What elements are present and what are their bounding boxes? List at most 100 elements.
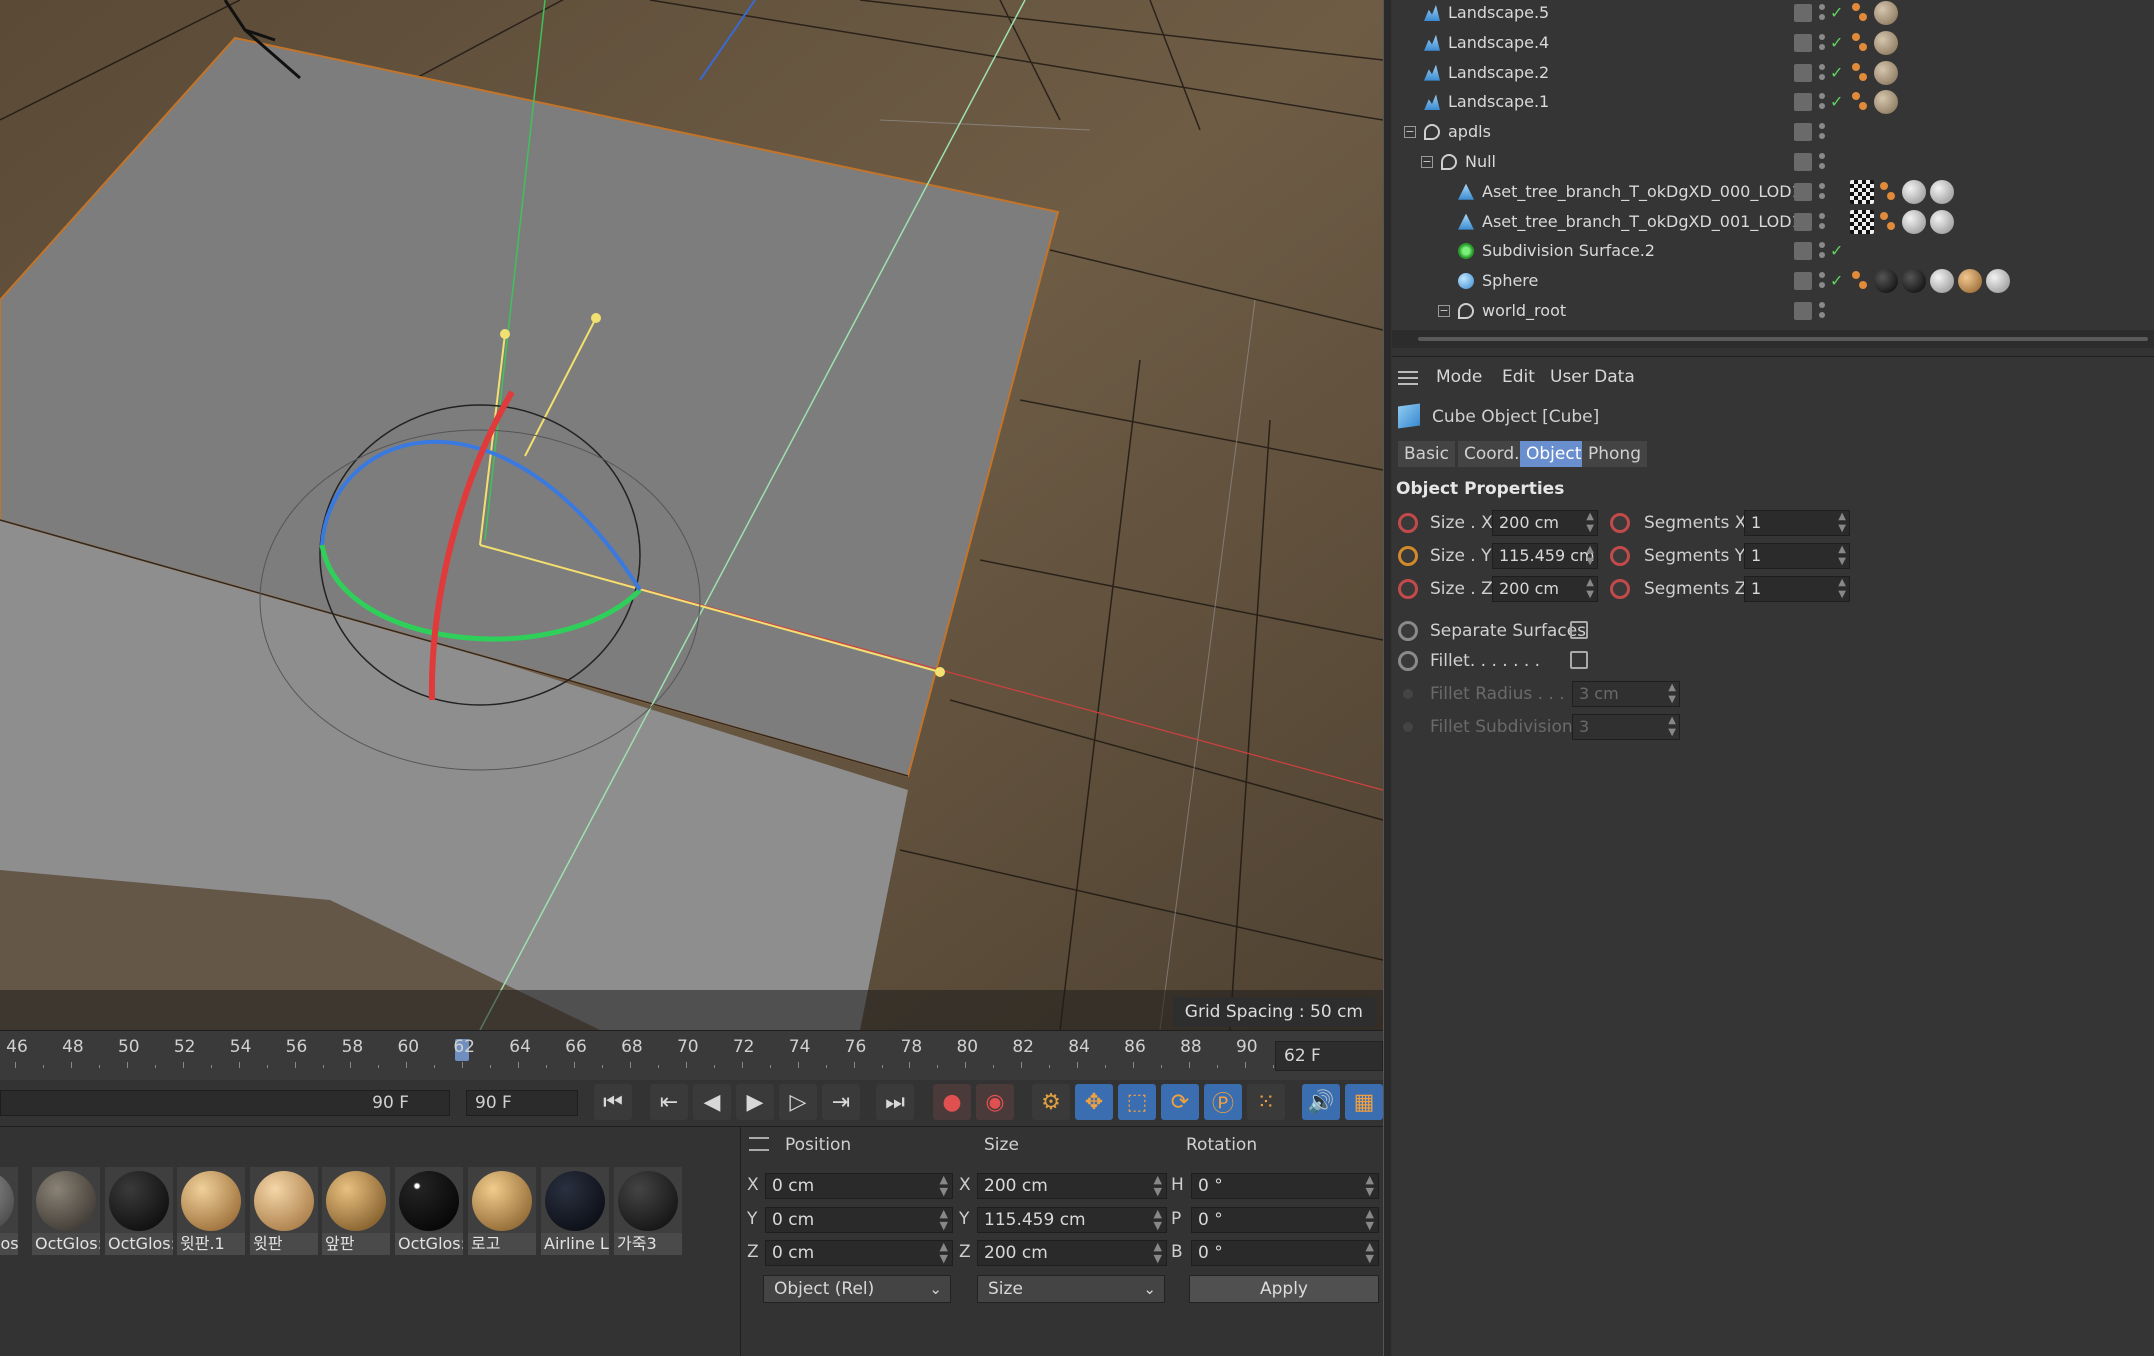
coords-menu-icon[interactable] [749,1137,769,1151]
previous-frame-icon[interactable]: ◀ [693,1084,731,1120]
object-row[interactable]: − apdls [1392,117,2154,147]
material-tag-icon[interactable] [1874,30,1898,55]
visibility-dots-icon[interactable] [1818,62,1826,84]
stepper-icon[interactable]: ▲ ▼ [1154,1208,1162,1232]
apply-button[interactable]: Apply [1189,1275,1379,1303]
object-name[interactable]: Landscape.2 [1448,58,1549,88]
rotation-h-field[interactable]: 0 ° ▲ ▼ [1191,1173,1379,1199]
material-swatch[interactable]: los: [0,1167,18,1255]
phong-tag-icon[interactable] [1878,210,1898,234]
phong-tag-icon[interactable] [1878,180,1898,204]
material-tag-icon[interactable] [1958,269,1982,294]
visibility-dots-icon[interactable] [1818,270,1826,292]
texture-tag-icon[interactable] [1850,179,1874,204]
enabled-check-icon[interactable]: ✓ [1830,58,1843,88]
material-tag-icon[interactable] [1930,269,1954,294]
layer-icon[interactable] [1794,272,1812,291]
menu-user-data[interactable]: User Data [1550,367,1635,387]
segments-y-input[interactable]: 1 ▲ ▼ [1744,543,1850,569]
stepper-icon[interactable]: ▲ ▼ [1154,1174,1162,1198]
material-tag-icon[interactable] [1902,209,1926,234]
enabled-check-icon[interactable]: ✓ [1830,28,1843,58]
material-tag-icon[interactable] [1986,269,2010,294]
animate-separate-surfaces-icon[interactable] [1398,621,1418,641]
object-row[interactable]: Aset_tree_branch_T_okDgXD_001_LOD1 [1392,207,2154,237]
position-z-field[interactable]: 0 cm ▲ ▼ [765,1240,953,1266]
layer-icon[interactable] [1794,182,1812,201]
rotation-b-field[interactable]: 0 ° ▲ ▼ [1191,1240,1379,1266]
phong-tag-icon[interactable] [1850,269,1870,293]
material-tag-icon[interactable] [1902,269,1926,294]
go-to-end-icon[interactable]: ⏭ [876,1084,914,1120]
layer-icon[interactable] [1794,212,1812,231]
position-key-icon[interactable]: ✥ [1075,1084,1113,1120]
layer-icon[interactable] [1794,123,1812,142]
next-key-icon[interactable]: ⇥ [822,1084,860,1120]
menu-icon[interactable] [1398,371,1418,385]
object-name[interactable]: Landscape.5 [1448,0,1549,28]
material-swatch[interactable]: 윗판 [250,1167,318,1255]
size-mode-dropdown[interactable]: Size ⌄ [977,1275,1165,1303]
visibility-dots-icon[interactable] [1818,181,1826,203]
visibility-dots-icon[interactable] [1818,211,1826,233]
enabled-check-icon[interactable]: ✓ [1830,266,1843,296]
record-keys-icon[interactable]: ● [933,1084,971,1120]
object-row[interactable]: Landscape.2 ✓ [1392,58,2154,88]
material-swatch[interactable]: 윗판.1 [177,1167,245,1255]
size-x-field[interactable]: 200 cm ▲ ▼ [977,1173,1167,1199]
collapse-icon[interactable]: − [1421,156,1433,168]
stepper-icon[interactable]: ▲ ▼ [1586,544,1594,568]
layer-icon[interactable] [1794,302,1812,320]
object-name[interactable]: Subdivision Surface.2 [1482,236,1655,266]
object-row[interactable]: Sphere ✓ [1392,266,2154,296]
object-name[interactable]: Landscape.1 [1448,87,1549,117]
visibility-dots-icon[interactable] [1818,300,1826,322]
object-name[interactable]: world_root [1482,296,1566,326]
object-row[interactable]: Landscape.4 ✓ [1392,28,2154,58]
material-swatch[interactable]: 로고 [468,1167,536,1255]
material-tag-icon[interactable] [1874,90,1898,115]
tab-coord[interactable]: Coord. [1458,441,1526,467]
material-swatch[interactable]: 가죽3 [614,1167,682,1255]
object-row[interactable]: − Null [1392,147,2154,177]
enabled-check-icon[interactable]: ✓ [1830,87,1843,117]
range-end-field[interactable]: 90 F [466,1090,578,1116]
size-x-input[interactable]: 200 cm ▲ ▼ [1492,510,1598,536]
object-name[interactable]: Aset_tree_branch_T_okDgXD_001_LOD1 [1482,207,1802,237]
scale-key-icon[interactable]: ⬚ [1118,1084,1156,1120]
object-name[interactable]: Aset_tree_branch_T_okDgXD_000_LOD1 [1482,177,1802,207]
layer-icon[interactable] [1794,63,1812,82]
animate-size-x-icon[interactable] [1398,513,1418,533]
stepper-icon[interactable]: ▲ ▼ [1586,511,1594,535]
film-icon[interactable]: ▦ [1345,1084,1383,1120]
material-tag-icon[interactable] [1874,1,1898,25]
range-slider[interactable]: 90 F [0,1090,450,1116]
panel-divider[interactable] [1383,0,1391,1356]
object-row[interactable]: Subdivision Surface.2 ✓ [1392,236,2154,266]
stepper-icon[interactable]: ▲ ▼ [1366,1174,1374,1198]
enabled-check-icon[interactable]: ✓ [1830,0,1843,28]
stepper-icon[interactable]: ▲ ▼ [940,1174,948,1198]
phong-tag-icon[interactable] [1850,1,1870,25]
rotation-key-icon[interactable]: ⟳ [1161,1084,1199,1120]
stepper-icon[interactable]: ▲ ▼ [1586,577,1594,601]
material-tag-icon[interactable] [1874,60,1898,85]
current-frame-field[interactable]: 62 F [1275,1041,1383,1071]
object-row[interactable]: Landscape.1 ✓ [1392,87,2154,117]
object-row[interactable]: Landscape.5 ✓ [1392,0,2154,28]
tab-phong[interactable]: Phong [1582,441,1647,467]
object-manager-scrollbar[interactable] [1392,330,2154,348]
stepper-icon[interactable]: ▲ ▼ [1366,1241,1374,1265]
visibility-dots-icon[interactable] [1818,151,1826,173]
material-swatch[interactable]: Airline L [541,1167,609,1255]
layer-icon[interactable] [1794,93,1812,112]
stepper-icon[interactable]: ▲ ▼ [1838,577,1846,601]
animate-size-y-icon[interactable] [1398,546,1418,566]
rotation-p-field[interactable]: 0 ° ▲ ▼ [1191,1207,1379,1233]
object-row[interactable]: − world_root [1392,296,2154,326]
autokey-icon[interactable]: ◉ [976,1084,1014,1120]
visibility-dots-icon[interactable] [1818,121,1826,143]
size-y-field[interactable]: 115.459 cm ▲ ▼ [977,1207,1167,1233]
menu-edit[interactable]: Edit [1502,367,1535,387]
material-tag-icon[interactable] [1874,269,1898,294]
